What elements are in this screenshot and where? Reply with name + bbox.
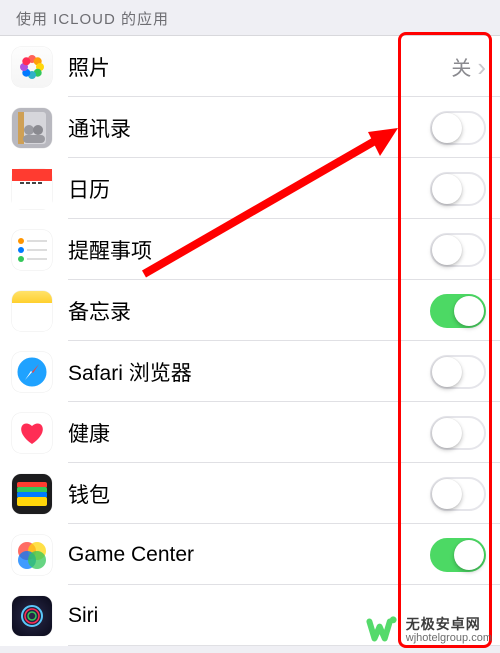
row-calendar[interactable]: 日历 <box>0 158 500 219</box>
row-contacts[interactable]: 通讯录 <box>0 97 500 158</box>
row-health-toggle[interactable] <box>430 416 486 450</box>
photos-icon <box>12 47 52 87</box>
row-reminders-toggle[interactable] <box>430 233 486 267</box>
watermark-logo-icon <box>366 613 400 647</box>
row-gamecenter-toggle[interactable] <box>430 538 486 572</box>
contacts-icon <box>12 108 52 148</box>
row-health-label: 健康 <box>68 418 430 448</box>
row-photos[interactable]: 照片 关 › <box>0 36 500 97</box>
row-wallet-label: 钱包 <box>68 479 430 509</box>
row-gamecenter[interactable]: Game Center <box>0 524 500 585</box>
watermark-url: wjhotelgroup.com <box>406 632 492 645</box>
section-header: 使用 ICLOUD 的应用 <box>0 0 500 35</box>
row-notes-label: 备忘录 <box>68 296 430 326</box>
row-wallet-toggle[interactable] <box>430 477 486 511</box>
watermark-title: 无极安卓网 <box>406 616 492 632</box>
notes-icon <box>12 291 52 331</box>
row-reminders[interactable]: 提醒事项 <box>0 219 500 280</box>
row-gamecenter-label: Game Center <box>68 543 430 567</box>
settings-list: 照片 关 › 通讯录 日历 提醒事项 备忘录 <box>0 35 500 646</box>
health-icon <box>12 413 52 453</box>
wallet-icon <box>12 474 52 514</box>
row-safari[interactable]: Safari 浏览器 <box>0 341 500 402</box>
row-wallet[interactable]: 钱包 <box>0 463 500 524</box>
reminders-icon <box>12 230 52 270</box>
row-contacts-toggle[interactable] <box>430 111 486 145</box>
row-health[interactable]: 健康 <box>0 402 500 463</box>
calendar-icon <box>12 169 52 209</box>
row-safari-label: Safari 浏览器 <box>68 357 430 387</box>
section-header-text: 使用 ICLOUD 的应用 <box>16 11 169 28</box>
siri-icon <box>12 596 52 636</box>
row-photos-value: 关 <box>451 52 471 81</box>
safari-icon <box>12 352 52 392</box>
row-notes[interactable]: 备忘录 <box>0 280 500 341</box>
gamecenter-icon <box>12 535 52 575</box>
row-reminders-label: 提醒事项 <box>68 235 430 265</box>
chevron-right-icon: › <box>477 54 486 80</box>
row-notes-toggle[interactable] <box>430 294 486 328</box>
row-calendar-label: 日历 <box>68 174 430 204</box>
watermark: 无极安卓网 wjhotelgroup.com <box>366 613 492 647</box>
row-calendar-toggle[interactable] <box>430 172 486 206</box>
row-safari-toggle[interactable] <box>430 355 486 389</box>
row-photos-label: 照片 <box>68 52 451 82</box>
row-contacts-label: 通讯录 <box>68 113 430 143</box>
